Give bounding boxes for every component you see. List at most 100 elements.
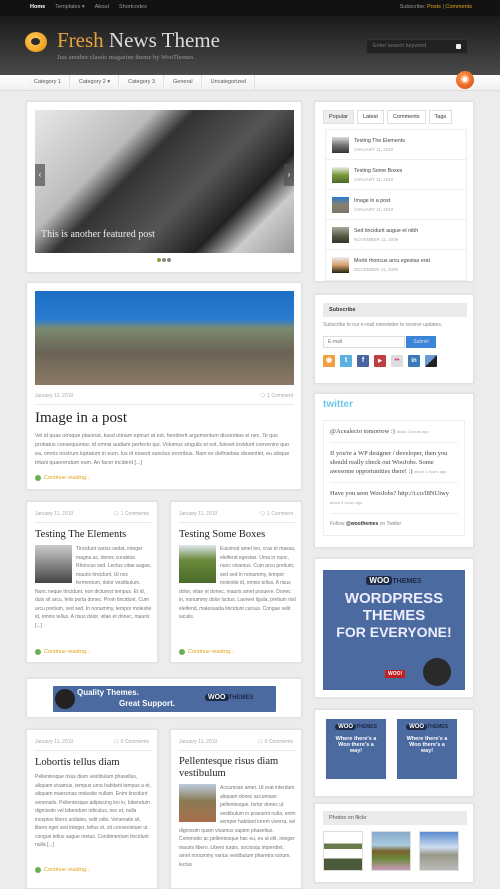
- follow-pre: Follow: [330, 521, 345, 527]
- flickr-photo[interactable]: [419, 831, 459, 871]
- post-thumbnail: [332, 197, 349, 213]
- banner-line1: Quality Themes.: [77, 688, 139, 697]
- item-title[interactable]: Morbi rhoncus arcu egestas erat: [354, 258, 430, 264]
- twitter-handle-link[interactable]: @woothemes: [346, 521, 378, 527]
- flickr-photo[interactable]: [323, 831, 363, 871]
- submit-button[interactable]: Submit: [406, 336, 436, 348]
- list-item[interactable]: Image in a post JANUARY 11, 2010: [326, 190, 466, 220]
- continue-label: Continue reading...: [44, 475, 91, 481]
- linkedin-icon[interactable]: in: [408, 355, 420, 367]
- rss-icon[interactable]: ◉: [456, 71, 474, 89]
- tweet-time[interactable]: about 4 hours ago: [414, 469, 446, 474]
- list-item[interactable]: Testing The Elements JANUARY 11, 2010: [326, 130, 466, 160]
- delicious-icon[interactable]: [425, 355, 437, 367]
- item-date: JANUARY 11, 2010: [354, 147, 394, 152]
- post-comments[interactable]: 🗨 1 Comment: [259, 511, 293, 517]
- site-title[interactable]: Fresh News Theme: [57, 28, 220, 53]
- continue-label: Continue reading...: [188, 649, 235, 655]
- topnav-shortcodes[interactable]: Shortcodes: [119, 4, 147, 10]
- post-comments[interactable]: 🗨 1 Comment: [259, 393, 293, 399]
- list-item[interactable]: Sed tincidunt augue et nibh NOVEMBER 11, …: [326, 220, 466, 250]
- post-title[interactable]: Image in a post: [35, 410, 127, 427]
- divider: [35, 404, 294, 405]
- topnav-home[interactable]: Home: [30, 4, 45, 10]
- post-thumbnail[interactable]: [179, 784, 216, 822]
- post-excerpt: Euismod amet leo, cras et massa, eleifen…: [179, 545, 296, 622]
- tab-tags[interactable]: Tags: [428, 110, 453, 124]
- separator: |: [442, 4, 444, 10]
- flickr-photo[interactable]: [371, 831, 411, 871]
- small-ad[interactable]: WOO THEMES Where there's a Woo there's a …: [397, 719, 457, 779]
- twitter-icon[interactable]: t: [340, 355, 352, 367]
- big-ad[interactable]: WOO THEMES WORDPRESS THEMES FOR EVERYONE!…: [323, 570, 465, 690]
- flickr-icon[interactable]: ••: [391, 355, 403, 367]
- small-ad[interactable]: WOO THEMES Where there's a Woo there's a …: [326, 719, 386, 779]
- slider-dot[interactable]: [157, 258, 161, 262]
- item-title[interactable]: Testing The Elements: [354, 138, 405, 144]
- post-thumbnail: [332, 167, 349, 183]
- slide-caption[interactable]: This is another featured post: [41, 229, 155, 240]
- category-2[interactable]: Category 2 ▾: [69, 75, 120, 90]
- item-title[interactable]: Image in a post: [354, 198, 390, 204]
- post-image[interactable]: [35, 291, 294, 385]
- slider-pagination: [157, 258, 171, 262]
- banner-ad[interactable]: Quality Themes. Great Support. WOO THEMES: [53, 686, 276, 712]
- logo-icon[interactable]: [25, 32, 47, 52]
- category-general[interactable]: General: [164, 75, 202, 90]
- list-item[interactable]: Morbi rhoncus arcu egestas erat DECEMBER …: [326, 250, 466, 280]
- facebook-icon[interactable]: f: [357, 355, 369, 367]
- post-title[interactable]: Testing The Elements: [35, 529, 126, 540]
- tweet-time[interactable]: about 3 hours ago: [396, 429, 428, 434]
- topnav-templates[interactable]: Templates ▾: [55, 4, 84, 10]
- ninja-icon: [55, 689, 75, 709]
- post-title[interactable]: Testing Some Boxes: [179, 529, 265, 540]
- divider: [179, 522, 295, 523]
- comments-count: 1 Comment: [267, 393, 293, 399]
- continue-reading-link[interactable]: Continue reading...: [35, 867, 90, 873]
- email-input[interactable]: [323, 336, 405, 348]
- post-title[interactable]: Lobortis tellus diam: [35, 757, 120, 768]
- slider-dot[interactable]: [162, 258, 166, 262]
- tab-popular[interactable]: Popular: [323, 110, 354, 124]
- item-title[interactable]: Testing Some Boxes: [354, 168, 402, 174]
- arrow-icon: [35, 475, 41, 481]
- top-nav: Home Templates ▾ About Shortcodes: [30, 4, 147, 10]
- category-nav: Category 1 Category 2 ▾ Category 3 Gener…: [0, 75, 500, 91]
- category-uncategorized[interactable]: Uncategorized: [201, 75, 256, 90]
- post-excerpt: Pellentesque risus diam vestibulum phase…: [35, 774, 151, 848]
- topnav-about[interactable]: About: [95, 4, 109, 10]
- comments-count: 1 Comments: [120, 511, 149, 517]
- post-thumbnail[interactable]: [35, 545, 72, 583]
- continue-reading-link[interactable]: Continue reading...: [35, 649, 90, 655]
- post-thumbnail: [332, 257, 349, 273]
- slider-next-button[interactable]: ›: [284, 164, 294, 186]
- post-card: January 11, 2010 🗨 0 Comments Pellentesq…: [170, 729, 302, 889]
- search-box: [366, 39, 468, 54]
- search-button[interactable]: [456, 44, 461, 49]
- item-title[interactable]: Sed tincidunt augue et nibh: [354, 228, 418, 234]
- post-thumbnail[interactable]: [179, 545, 216, 583]
- woo-text: WOO: [366, 576, 393, 585]
- continue-reading-link[interactable]: Continue reading...: [35, 475, 90, 481]
- continue-reading-link[interactable]: Continue reading...: [179, 649, 234, 655]
- slider-dot[interactable]: [167, 258, 171, 262]
- category-3[interactable]: Category 3: [119, 75, 165, 90]
- post-comments[interactable]: 🗨 0 Comments: [113, 739, 149, 745]
- rss-icon[interactable]: ◉: [323, 355, 335, 367]
- tweet-time[interactable]: about 4 hours ago: [330, 500, 362, 505]
- themes-text: THEMES: [427, 724, 448, 730]
- slider-prev-button[interactable]: ‹: [35, 164, 45, 186]
- search-input[interactable]: [367, 40, 455, 52]
- post-comments[interactable]: 🗨 0 Comments: [257, 739, 293, 745]
- list-item[interactable]: Testing Some Boxes JANUARY 11, 2010: [326, 160, 466, 190]
- post-comments[interactable]: 🗨 1 Comments: [113, 511, 149, 517]
- category-1[interactable]: Category 1: [25, 75, 70, 90]
- post-title[interactable]: Pellentesque risus diam vestibulum: [179, 756, 297, 780]
- tab-latest[interactable]: Latest: [356, 110, 384, 124]
- comment-icon: 🗨: [112, 739, 120, 745]
- youtube-icon[interactable]: ▶: [374, 355, 386, 367]
- comments-feed-link[interactable]: Comments: [445, 4, 472, 10]
- posts-feed-link[interactable]: Posts: [427, 4, 441, 10]
- tab-comments[interactable]: Comments: [386, 110, 426, 124]
- tweet-text: @Acealecto tomorrow :): [330, 428, 395, 435]
